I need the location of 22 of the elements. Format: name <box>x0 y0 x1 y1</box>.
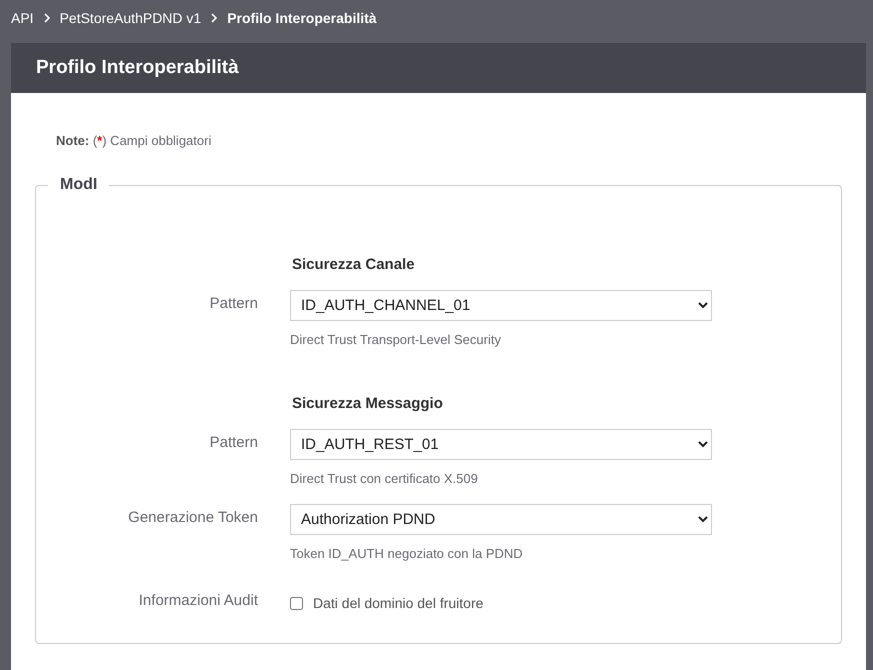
checkbox[interactable] <box>290 596 303 610</box>
select-field[interactable]: ID_AUTH_REST_01 <box>290 429 712 460</box>
chevron-right-icon <box>44 13 50 23</box>
select-field[interactable]: Authorization PDND <box>290 504 712 535</box>
help-text: Direct Trust Transport-Level Security <box>290 332 501 347</box>
panel-title: Profilo Interoperabilità <box>36 57 239 79</box>
checkbox-label: Dati del dominio del fruitore <box>313 595 484 611</box>
breadcrumb-current[interactable]: Profilo Interoperabilità <box>227 10 377 26</box>
help-text: Token ID_AUTH negoziato con la PDND <box>290 546 523 561</box>
select-field[interactable]: ID_AUTH_CHANNEL_01 <box>290 290 712 321</box>
fieldset-legend: ModI <box>48 176 110 194</box>
field-label: Pattern <box>210 434 258 451</box>
field-label: Generazione Token <box>128 509 258 526</box>
section-heading: Sicurezza Messaggio <box>292 395 443 412</box>
field-label: Pattern <box>210 295 258 312</box>
help-text: Direct Trust con certificato X.509 <box>290 471 478 486</box>
breadcrumb-link[interactable]: API <box>11 10 34 26</box>
breadcrumb-link[interactable]: PetStoreAuthPDND v1 <box>60 10 202 26</box>
chevron-right-icon <box>211 13 218 23</box>
required-note: Note: (*) Campi obbligatori <box>56 133 212 148</box>
section-heading: Sicurezza Canale <box>292 256 415 273</box>
field-label: Informazioni Audit <box>138 592 258 609</box>
